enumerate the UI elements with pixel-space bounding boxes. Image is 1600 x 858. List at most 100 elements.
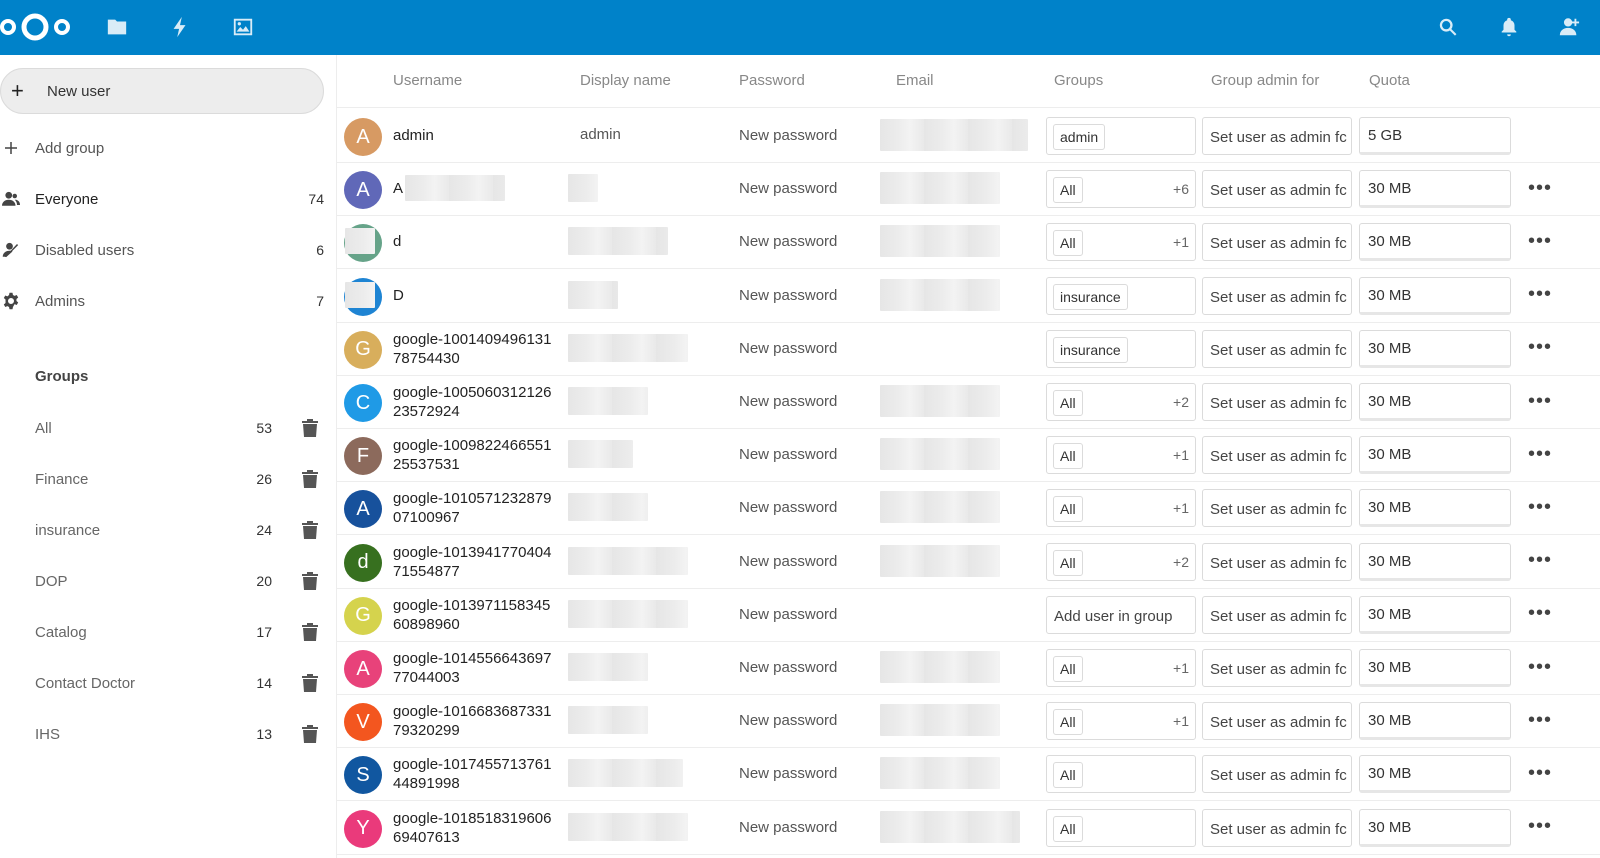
gallery-icon[interactable]: [230, 14, 256, 40]
group-admin-select[interactable]: Set user as admin fc: [1202, 649, 1352, 687]
quota-select[interactable]: 30 MB: [1359, 383, 1511, 421]
password-field[interactable]: New password: [739, 765, 837, 782]
row-menu-icon[interactable]: •••: [1527, 442, 1553, 466]
trash-icon[interactable]: [302, 470, 320, 488]
group-admin-select[interactable]: Set user as admin fc: [1202, 117, 1352, 155]
display-name[interactable]: admin: [580, 126, 621, 143]
group-admin-select[interactable]: Set user as admin fc: [1202, 542, 1352, 581]
groups-select[interactable]: All +2: [1046, 542, 1196, 581]
groups-select[interactable]: insurance: [1046, 276, 1196, 315]
group-chip[interactable]: All: [1053, 177, 1083, 204]
table-row[interactable]: Fgoogle-1009822466551 25537531 New passwor…: [337, 428, 1600, 483]
row-menu-icon[interactable]: •••: [1527, 761, 1553, 785]
table-row[interactable]: Ggoogle-1013971158345 60898960 New passwor…: [337, 588, 1600, 642]
group-admin-select[interactable]: Set user as admin fc: [1202, 223, 1352, 262]
avatar[interactable]: A: [344, 118, 382, 156]
group-chip[interactable]: admin: [1053, 124, 1106, 150]
table-row[interactable]: Agoogle-1014556643697 77044003 New passwor…: [337, 641, 1600, 695]
quota-select[interactable]: 30 MB: [1359, 276, 1511, 315]
group-admin-select[interactable]: Set user as admin fc: [1202, 755, 1352, 794]
quota-select[interactable]: 30 MB: [1359, 170, 1511, 209]
quota-select[interactable]: 30 MB: [1359, 755, 1511, 794]
avatar[interactable]: F: [344, 437, 382, 476]
trash-icon[interactable]: [302, 623, 320, 641]
row-menu-icon[interactable]: •••: [1527, 815, 1553, 839]
quota-select[interactable]: 30 MB: [1359, 649, 1511, 687]
sidebar-group-all[interactable]: All 53: [0, 408, 330, 448]
group-chip[interactable]: insurance: [1053, 283, 1128, 310]
row-menu-icon[interactable]: •••: [1527, 283, 1553, 307]
new-user-button[interactable]: + New user: [0, 68, 324, 114]
password-field[interactable]: New password: [739, 659, 837, 676]
group-admin-select[interactable]: Set user as admin fc: [1202, 170, 1352, 209]
trash-icon[interactable]: [302, 572, 320, 590]
row-menu-icon[interactable]: •••: [1527, 176, 1553, 200]
groups-select[interactable]: All: [1046, 808, 1196, 847]
password-field[interactable]: New password: [739, 712, 837, 729]
trash-icon[interactable]: [302, 725, 320, 743]
nextcloud-logo[interactable]: [0, 8, 72, 46]
table-row[interactable]: Ggoogle-1001409496131 78754430 New passwor…: [337, 322, 1600, 376]
password-field[interactable]: New password: [739, 233, 837, 250]
group-admin-select[interactable]: Set user as admin fc: [1202, 276, 1352, 315]
password-field[interactable]: New password: [739, 499, 837, 516]
trash-icon[interactable]: [302, 674, 320, 692]
trash-icon[interactable]: [302, 419, 320, 437]
password-field[interactable]: New password: [739, 393, 837, 410]
group-chip[interactable]: All: [1053, 390, 1083, 416]
sidebar-group-catalog[interactable]: Catalog 17: [0, 612, 330, 652]
notifications-icon[interactable]: [1496, 14, 1522, 40]
row-menu-icon[interactable]: •••: [1527, 708, 1553, 732]
group-admin-select[interactable]: Set user as admin fc: [1202, 383, 1352, 421]
password-field[interactable]: New password: [739, 446, 837, 463]
avatar[interactable]: d: [344, 543, 382, 582]
group-chip[interactable]: All: [1053, 443, 1083, 470]
quota-select[interactable]: 30 MB: [1359, 702, 1511, 741]
groups-select[interactable]: All +1: [1046, 223, 1196, 262]
quota-select[interactable]: 30 MB: [1359, 436, 1511, 475]
avatar[interactable]: A: [344, 650, 382, 688]
avatar[interactable]: Y: [344, 809, 382, 848]
row-menu-icon[interactable]: •••: [1527, 389, 1553, 413]
quota-select[interactable]: 30 MB: [1359, 489, 1511, 528]
sidebar-item-admins[interactable]: Admins 7: [0, 281, 330, 321]
group-chip[interactable]: All: [1053, 709, 1083, 736]
group-chip[interactable]: All: [1053, 815, 1083, 842]
quota-select[interactable]: 30 MB: [1359, 595, 1511, 634]
table-row[interactable]: Aadmin admin New password admin Set user as …: [337, 109, 1600, 163]
quota-select[interactable]: 30 MB: [1359, 329, 1511, 368]
groups-select[interactable]: insurance: [1046, 329, 1196, 368]
group-admin-select[interactable]: Set user as admin fc: [1202, 808, 1352, 847]
table-row[interactable]: DDNew passwordinsuranceSet user as admin…: [337, 269, 1600, 323]
password-field[interactable]: New password: [739, 340, 837, 357]
password-field[interactable]: New password: [739, 287, 837, 304]
sidebar-group-dop[interactable]: DOP 20: [0, 561, 330, 601]
group-admin-select[interactable]: Set user as admin fc: [1202, 489, 1352, 528]
avatar[interactable]: A: [344, 171, 382, 210]
group-admin-select[interactable]: Set user as admin fc: [1202, 436, 1352, 475]
group-chip[interactable]: All: [1053, 549, 1083, 576]
sidebar-group-contact-doctor[interactable]: Contact Doctor 14: [0, 663, 330, 703]
groups-select[interactable]: All +1: [1046, 702, 1196, 741]
search-icon[interactable]: [1435, 14, 1461, 40]
table-row[interactable]: A A New password All +6 Set user as admin fc 3…: [337, 162, 1600, 217]
avatar[interactable]: A: [344, 490, 382, 529]
sidebar-group-ihs[interactable]: IHS 13: [0, 714, 330, 754]
quota-select[interactable]: 30 MB: [1359, 808, 1511, 847]
table-row[interactable]: Cgoogle-1005060312126 23572924 New passwor…: [337, 375, 1600, 429]
group-chip[interactable]: All: [1053, 656, 1083, 682]
activity-icon[interactable]: [167, 14, 193, 40]
table-row[interactable]: Ygoogle-1018518319606 69407613 New passwor…: [337, 801, 1600, 855]
row-menu-icon[interactable]: •••: [1527, 549, 1553, 573]
group-admin-select[interactable]: Set user as admin fc: [1202, 595, 1352, 634]
row-menu-icon[interactable]: •••: [1527, 495, 1553, 519]
row-menu-icon[interactable]: •••: [1527, 602, 1553, 626]
groups-select[interactable]: Add user in group: [1046, 595, 1196, 634]
row-menu-icon[interactable]: •••: [1527, 655, 1553, 679]
group-chip[interactable]: All: [1053, 762, 1083, 789]
password-field[interactable]: New password: [739, 127, 837, 144]
groups-select[interactable]: All +1: [1046, 649, 1196, 687]
groups-select[interactable]: All +6: [1046, 170, 1196, 209]
add-group-button[interactable]: Add group: [0, 128, 330, 168]
group-chip[interactable]: All: [1053, 496, 1083, 523]
